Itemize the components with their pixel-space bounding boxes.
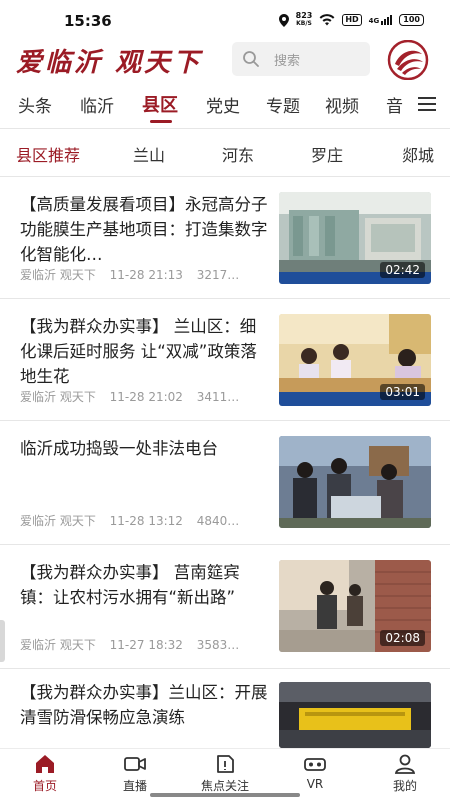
nav-vr[interactable]: VR: [280, 753, 350, 791]
news-views: 3217…: [196, 268, 240, 282]
nav-label: 直播: [122, 779, 147, 793]
nav-label: 我的: [392, 779, 417, 793]
subtab-lanshan[interactable]: 兰山: [133, 142, 165, 166]
status-icons: 823 KB/S HD 4G 100: [278, 12, 424, 28]
nav-label: 焦点关注: [200, 779, 249, 793]
news-thumbnail[interactable]: 02:08: [279, 560, 431, 652]
subtab-recommend[interactable]: 县区推荐: [16, 142, 80, 166]
divider: [0, 128, 450, 129]
signal-indicator: 4G: [369, 15, 393, 25]
edge-handle[interactable]: [0, 620, 5, 662]
news-meta: 爱临沂 观天下 11-28 21:13 3217…: [20, 266, 249, 283]
location-icon: [278, 13, 289, 27]
channel-tabs: 头条 临沂 县区 党史 专题 视频 音: [0, 86, 450, 126]
news-title[interactable]: 【我为群众办实事】 莒南筵宾镇：让农村污水拥有“新出路”: [20, 560, 268, 610]
news-title[interactable]: 【我为群众办实事】兰山区：开展清雪防滑保畅应急演练: [20, 680, 268, 730]
news-meta: 爱临沂 观天下 11-28 21:02 3411…: [20, 388, 249, 405]
outdoor-inspection-image: [279, 436, 431, 528]
news-views: 4840…: [196, 514, 240, 528]
tab-toutiao[interactable]: 头条: [18, 92, 52, 117]
tab-linyi[interactable]: 临沂: [80, 92, 114, 117]
active-tab-indicator: [150, 120, 172, 123]
tab-zhuanti[interactable]: 专题: [266, 92, 300, 117]
network-speed: 823 KB/S: [296, 12, 313, 28]
news-item[interactable]: 【我为群众办实事】 兰山区：细化课后延时服务 让“双减”政策落地生花 爱临沂 观…: [0, 298, 450, 420]
news-thumbnail[interactable]: 02:42: [279, 192, 431, 284]
home-icon: [36, 755, 54, 773]
focus-icon: [217, 755, 234, 773]
subtab-luozhuang[interactable]: 罗庄: [311, 142, 343, 166]
nav-focus[interactable]: 焦点关注: [190, 753, 260, 794]
news-meta: 爱临沂 观天下 11-28 13:12 4840…: [20, 512, 249, 529]
news-views: 3583…: [196, 638, 240, 652]
network-speed-unit: KB/S: [296, 20, 312, 27]
news-time: 11-28 21:13: [109, 268, 183, 282]
wifi-icon: [319, 14, 335, 26]
video-duration: 02:42: [380, 262, 425, 278]
app-header: 爱临沂 观天下 搜索: [0, 38, 450, 82]
menu-icon[interactable]: [418, 96, 436, 112]
nav-live[interactable]: 直播: [100, 753, 170, 794]
subtab-tancheng[interactable]: 郯城: [402, 142, 434, 166]
snow-drill-image: [279, 682, 431, 748]
search-icon: [243, 51, 259, 67]
tab-dangshi[interactable]: 党史: [206, 92, 240, 117]
search-placeholder: 搜索: [274, 53, 301, 69]
news-time: 11-28 13:12: [109, 514, 183, 528]
news-time: 11-27 18:32: [109, 638, 183, 652]
news-meta: 爱临沂 观天下 11-27 18:32 3583…: [20, 636, 249, 653]
app-logo: 爱临沂 观天下: [16, 48, 203, 78]
signal-label: 4G: [368, 17, 380, 25]
subtab-hedong[interactable]: 河东: [222, 142, 254, 166]
status-time: 15:36: [64, 12, 112, 30]
tab-xianqu[interactable]: 县区: [142, 91, 178, 117]
nav-profile[interactable]: 我的: [370, 753, 440, 794]
news-item[interactable]: 临沂成功捣毁一处非法电台 爱临沂 观天下 11-28 13:12 4840…: [0, 420, 450, 544]
news-time: 11-28 21:02: [109, 390, 183, 404]
user-icon: [394, 754, 416, 774]
video-duration: 02:08: [380, 630, 425, 646]
network-speed-value: 823: [295, 11, 313, 20]
video-duration: 03:01: [380, 384, 425, 400]
status-bar: 15:36 823 KB/S HD 4G 100: [0, 0, 450, 38]
news-title[interactable]: 临沂成功捣毁一处非法电台: [20, 436, 268, 461]
battery-indicator: 100: [399, 14, 424, 26]
hd-badge: HD: [342, 14, 362, 26]
news-source: 爱临沂 观天下: [20, 638, 96, 652]
nav-label: 首页: [32, 779, 57, 793]
news-thumbnail[interactable]: 03:01: [279, 314, 431, 406]
news-source: 爱临沂 观天下: [20, 390, 96, 404]
news-title[interactable]: 【我为群众办实事】 兰山区：细化课后延时服务 让“双减”政策落地生花: [20, 314, 268, 389]
nav-home[interactable]: 首页: [10, 753, 80, 794]
nav-label: VR: [306, 777, 324, 791]
county-subtabs: 县区推荐 兰山 河东 罗庄 郯城: [0, 130, 450, 174]
search-box[interactable]: 搜索: [232, 42, 370, 76]
news-item[interactable]: 【我为群众办实事】兰山区：开展清雪防滑保畅应急演练: [0, 668, 450, 748]
video-camera-icon: [124, 757, 146, 771]
tab-yin[interactable]: 音: [386, 92, 403, 117]
news-source: 爱临沂 观天下: [20, 268, 96, 282]
vr-icon: [304, 758, 326, 771]
news-item[interactable]: 【我为群众办实事】 莒南筵宾镇：让农村污水拥有“新出路” 爱临沂 观天下 11-…: [0, 544, 450, 668]
news-title[interactable]: 【高质量发展看项目】永冠高分子功能膜生产基地项目：打造集数字化智能化…: [20, 192, 268, 267]
tab-shipin[interactable]: 视频: [325, 92, 359, 117]
news-views: 3411…: [196, 390, 240, 404]
news-thumbnail[interactable]: [279, 436, 431, 528]
news-item[interactable]: 【高质量发展看项目】永冠高分子功能膜生产基地项目：打造集数字化智能化… 爱临沂 …: [0, 176, 450, 298]
news-thumbnail[interactable]: [279, 682, 431, 748]
brand-emblem-icon[interactable]: [387, 40, 429, 80]
news-source: 爱临沂 观天下: [20, 514, 96, 528]
home-indicator[interactable]: [150, 793, 300, 797]
